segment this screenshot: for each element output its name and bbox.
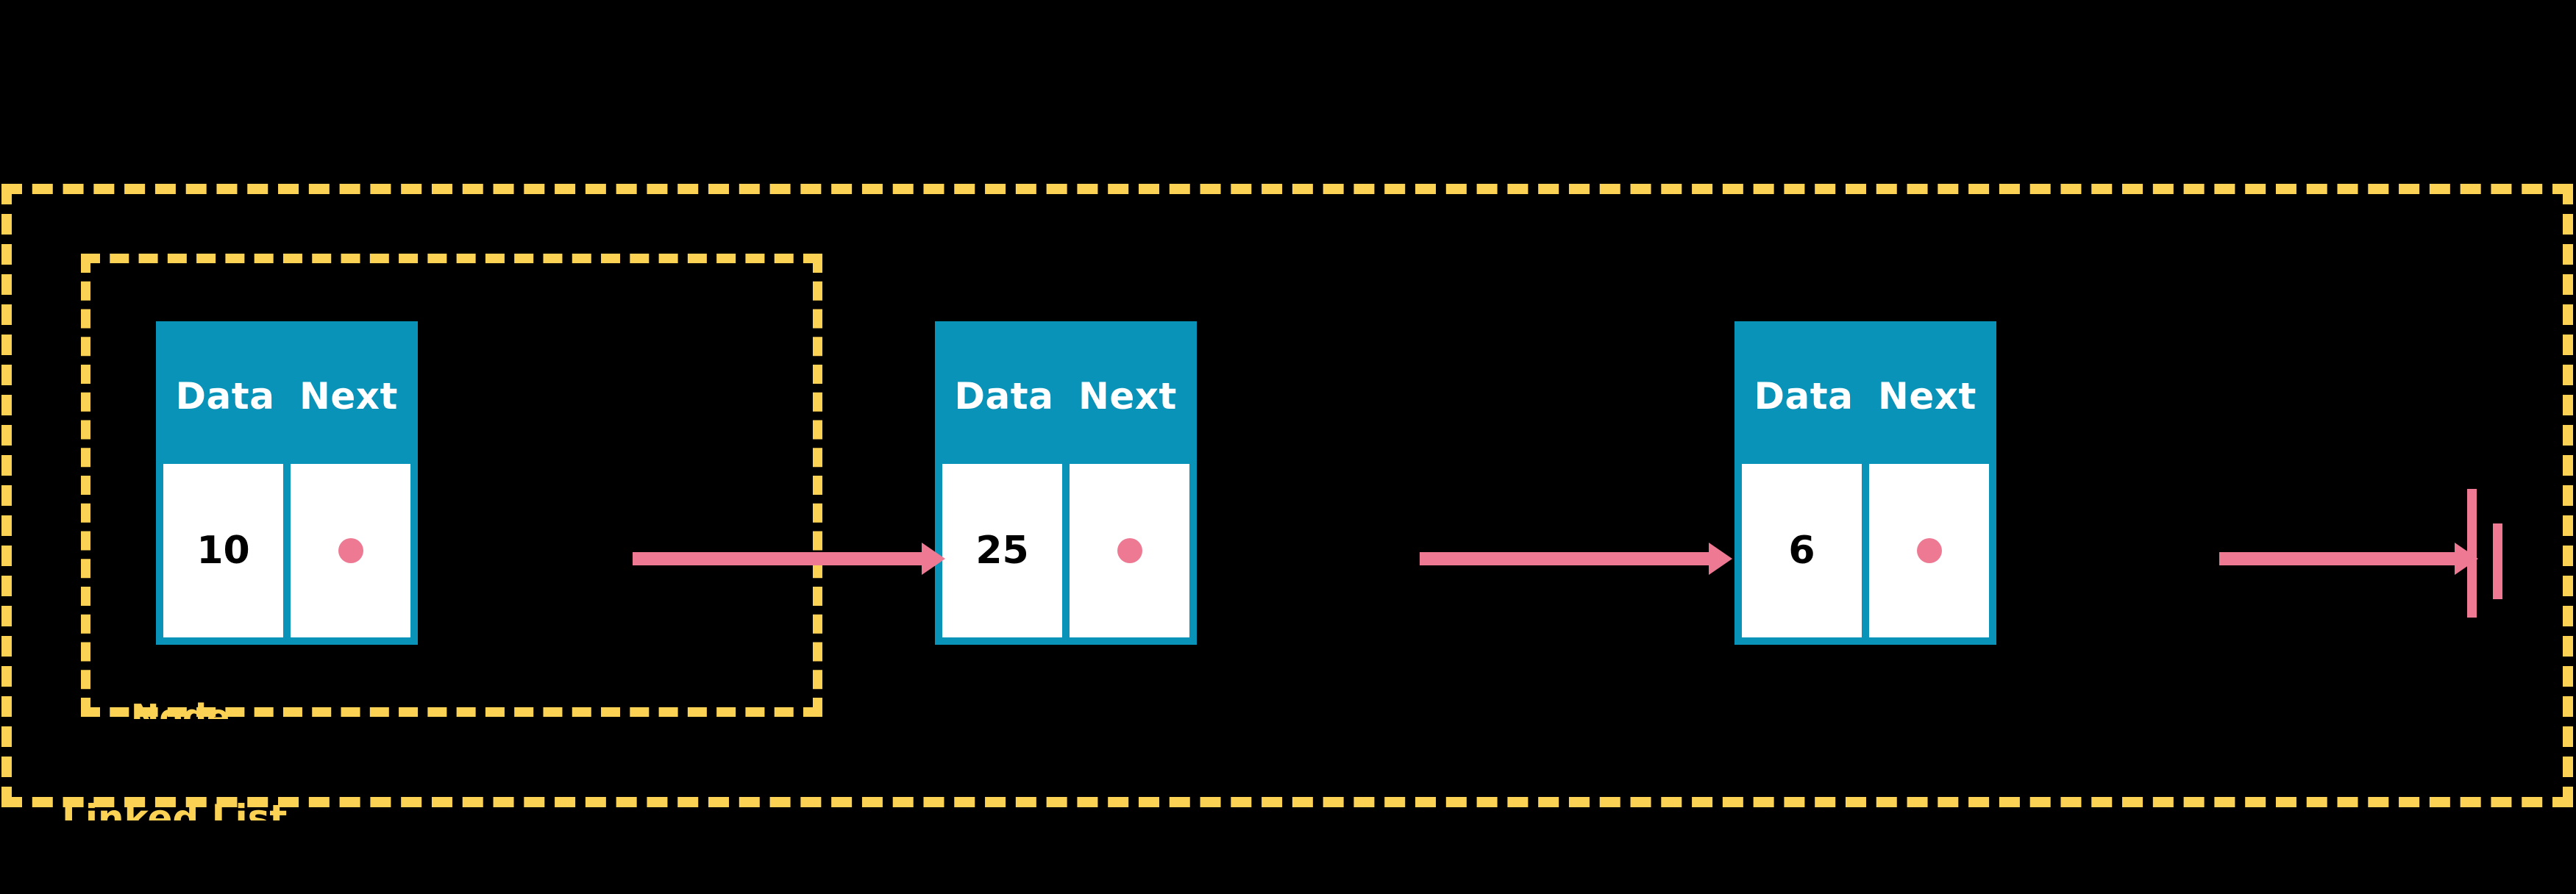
node-1-data-header: Data [175,375,275,418]
node-3-data-header: Data [1754,375,1854,418]
node-2-header: Data Next [942,329,1189,464]
list-node-2[interactable]: Data Next 25 [935,321,1197,645]
node-2-pointer-dot [1117,538,1142,563]
node-1-body: 10 [163,464,410,637]
node-group-label: Node [131,700,307,719]
pointer-arrow-node1-to-node2 [633,552,923,565]
pointer-arrow-node3-to-null [2219,552,2456,565]
list-node-3[interactable]: Data Next 6 [1734,321,1996,645]
node-3-header: Data Next [1742,329,1989,464]
node-1-pointer-dot [338,538,363,563]
node-3-body: 6 [1742,464,1989,637]
node-2-body: 25 [942,464,1189,637]
node-3-next-cell [1869,464,1989,637]
linked-list-diagram: Node Linked List Data Next 10 Data Next … [0,0,2576,894]
node-2-next-header: Next [1078,375,1177,418]
node-3-data-value: 6 [1742,464,1862,637]
null-terminator-icon [2467,489,2477,618]
null-terminator-icon-secondary [2493,523,2502,599]
node-2-data-header: Data [954,375,1054,418]
node-1-next-cell [291,464,410,637]
node-1-header: Data Next [163,329,410,464]
node-2-data-value: 25 [942,464,1062,637]
node-3-next-header: Next [1878,375,1977,418]
node-1-next-header: Next [299,375,398,418]
pointer-arrow-node2-to-node3 [1420,552,1710,565]
node-2-next-cell [1070,464,1189,637]
linked-list-group-label: Linked List [62,800,327,820]
list-node-1[interactable]: Data Next 10 [156,321,418,645]
node-1-data-value: 10 [163,464,283,637]
node-3-pointer-dot [1916,538,1942,563]
